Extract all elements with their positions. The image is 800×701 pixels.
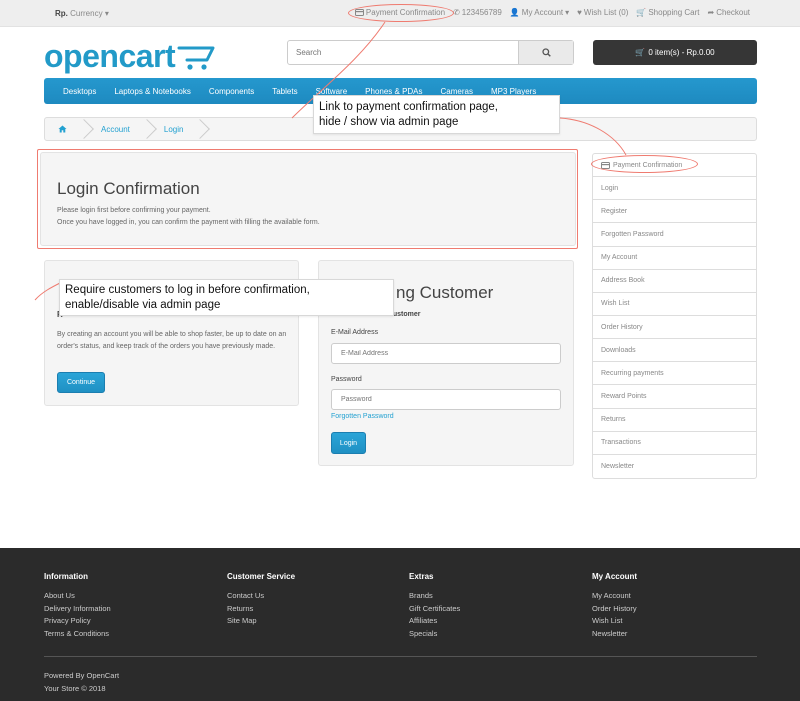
footer-information: Information About Us Delivery Informatio… <box>44 572 111 640</box>
footer-link-gift-certificates[interactable]: Gift Certificates <box>409 603 460 616</box>
footer-divider <box>44 656 757 657</box>
connector-panel <box>34 281 63 301</box>
footer-link-terms[interactable]: Terms & Conditions <box>44 628 111 641</box>
footer-link-specials[interactable]: Specials <box>409 628 460 641</box>
footer-heading: Customer Service <box>227 572 296 581</box>
annotation-note-top: Link to payment confirmation page, hide … <box>313 95 560 134</box>
copyright: Your Store © 2018 <box>44 683 106 693</box>
footer-link-brands[interactable]: Brands <box>409 590 460 603</box>
footer-heading: Information <box>44 572 88 581</box>
footer-link-newsletter[interactable]: Newsletter <box>592 628 637 641</box>
footer-link-wish-list[interactable]: Wish List <box>592 615 637 628</box>
footer-link-about[interactable]: About Us <box>44 590 111 603</box>
annotation-note-top-line-1: Link to payment confirmation page, <box>319 101 498 113</box>
footer-heading: My Account <box>592 572 638 581</box>
footer-my-account: My Account My Account Order History Wish… <box>592 572 637 640</box>
footer: Information About Us Delivery Informatio… <box>0 548 800 701</box>
annotation-note-login: Require customers to log in before confi… <box>59 279 394 316</box>
footer-link-contact[interactable]: Contact Us <box>227 590 295 603</box>
footer-link-returns[interactable]: Returns <box>227 603 295 616</box>
powered-by: Powered By OpenCart <box>44 671 120 680</box>
annotation-note-login-line-2: enable/disable via admin page <box>65 299 221 311</box>
footer-extras: Extras Brands Gift Certificates Affiliat… <box>409 572 460 640</box>
footer-link-privacy[interactable]: Privacy Policy <box>44 615 111 628</box>
footer-link-order-history[interactable]: Order History <box>592 603 637 616</box>
connector-sidebar <box>559 117 627 156</box>
annotation-note-top-line-2: hide / show via admin page <box>319 116 459 128</box>
footer-link-sitemap[interactable]: Site Map <box>227 615 295 628</box>
footer-heading: Extras <box>409 572 434 581</box>
annotation-note-login-line-1: Require customers to log in before confi… <box>65 284 310 296</box>
footer-customer-service: Customer Service Contact Us Returns Site… <box>227 572 295 628</box>
footer-link-delivery[interactable]: Delivery Information <box>44 603 111 616</box>
footer-credits: Powered By OpenCart Your Store © 2018 <box>44 670 119 695</box>
footer-link-affiliates[interactable]: Affiliates <box>409 615 460 628</box>
footer-link-my-account[interactable]: My Account <box>592 590 637 603</box>
